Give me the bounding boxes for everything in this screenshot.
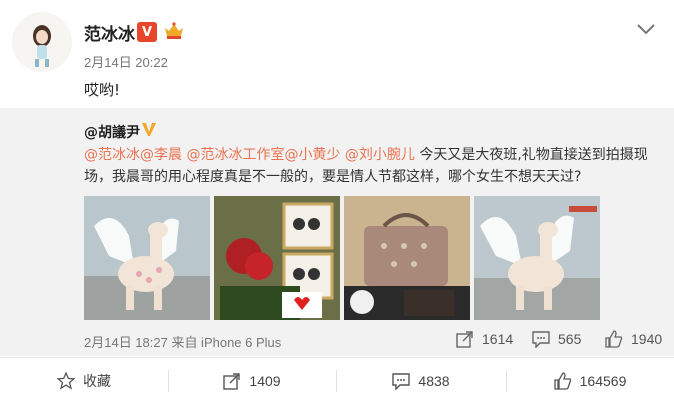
- photo-thumbnail[interactable]: [84, 196, 210, 320]
- favorite-label: 收藏: [83, 372, 111, 389]
- comment-icon: [392, 372, 411, 390]
- weibo-post-card: 范冰冰 V 2月14日 20:22 哎哟! @胡議尹 @范冰冰@李晨 @范冰冰工…: [0, 0, 674, 402]
- repost-container: @胡議尹 @范冰冰@李晨 @范冰冰工作室@小黄少 @刘小腕儿 今天又是大夜班,礼…: [0, 108, 674, 356]
- photo-thumbnail[interactable]: [474, 196, 600, 320]
- favorite-button[interactable]: 收藏: [0, 358, 168, 402]
- action-bar: 收藏 1409 4838 164569: [0, 357, 674, 402]
- post-timestamp[interactable]: 2月14日 20:22: [84, 52, 168, 71]
- chevron-down-icon[interactable]: [636, 20, 656, 35]
- thumbs-up-icon: [553, 371, 571, 390]
- forward-count: 1614: [482, 331, 514, 347]
- author-avatar[interactable]: [12, 12, 72, 72]
- vip-crown-icon: [163, 21, 185, 41]
- post-text: 哎哟!: [84, 81, 121, 99]
- thumbs-up-icon: [605, 330, 623, 348]
- comment-icon: [532, 331, 550, 348]
- mention-link[interactable]: @刘小腕儿: [345, 147, 415, 163]
- photo-thumbnail[interactable]: [214, 196, 340, 320]
- repost-like-count[interactable]: 1940: [605, 328, 662, 350]
- like-button[interactable]: 164569: [506, 358, 674, 402]
- mention-link[interactable]: @小黄少: [284, 147, 340, 163]
- mention-link[interactable]: @李晨: [140, 147, 182, 163]
- comment-count: 565: [558, 331, 582, 347]
- repost-author-name[interactable]: @胡議尹: [84, 122, 140, 142]
- comment-button[interactable]: 4838: [336, 358, 506, 402]
- mention-link[interactable]: @范冰冰工作室: [186, 147, 284, 163]
- repost-meta: 2月14日 18:27 来自 iPhone 6 Plus: [84, 335, 282, 350]
- mention-link[interactable]: @范冰冰: [84, 147, 140, 163]
- like-count: 1940: [631, 331, 663, 347]
- repost-comment-count[interactable]: 565: [532, 328, 581, 350]
- gold-verified-icon: [140, 120, 158, 138]
- like-count: 164569: [579, 372, 627, 389]
- comment-count: 4838: [418, 372, 450, 389]
- forward-icon: [223, 372, 241, 390]
- post-author-name[interactable]: 范冰冰: [84, 20, 135, 45]
- repost-forward-count[interactable]: 1614: [456, 328, 513, 350]
- repost-text: @范冰冰@李晨 @范冰冰工作室@小黄少 @刘小腕儿 今天又是大夜班,礼物直接送到…: [84, 144, 650, 188]
- photo-thumbnail[interactable]: [344, 196, 470, 320]
- verified-badge-icon: V: [137, 22, 157, 42]
- forward-icon: [456, 331, 473, 348]
- photo-grid: [84, 196, 604, 320]
- star-icon: [57, 371, 75, 390]
- forward-button[interactable]: 1409: [168, 358, 336, 402]
- forward-count: 1409: [249, 372, 281, 389]
